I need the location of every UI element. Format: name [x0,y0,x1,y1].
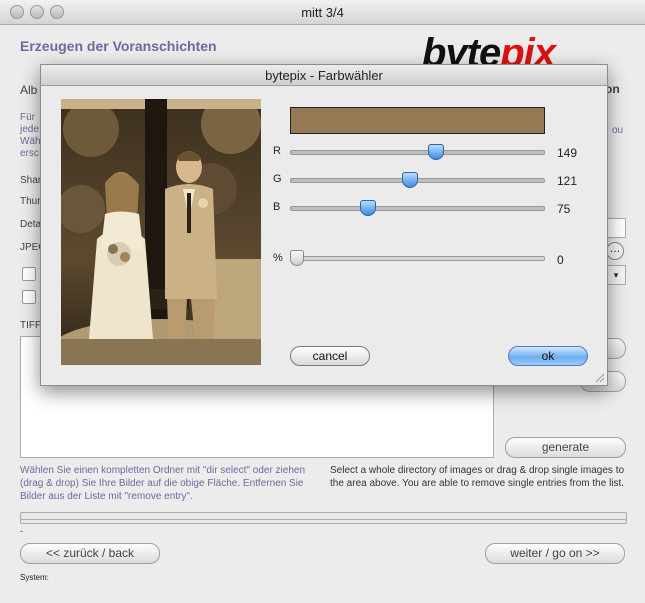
status-dash: - [20,526,23,536]
red-slider-thumb[interactable] [428,144,445,160]
tiff-label: TIFF [20,320,42,331]
back-button[interactable]: << zurück / back [20,543,160,564]
detail-label: Deta [20,219,42,230]
browse-ellipsis-button[interactable]: … [606,242,624,260]
wedding-photo-image [61,99,261,365]
color-preview-swatch [290,107,545,134]
red-slider-track [290,150,545,155]
red-slider-label: R [273,145,281,157]
help-text-english: Select a whole directory of images or dr… [330,465,625,489]
ok-button[interactable]: ok [508,346,588,366]
percent-value: 0 [557,253,564,267]
system-label: System: [20,573,49,582]
window-title: mitt 3/4 [301,5,344,20]
percent-slider-thumb[interactable] [290,250,304,266]
secondary-progress-bar [20,519,627,524]
blue-value: 75 [557,202,571,216]
album-heading-partial: Alb [20,83,38,97]
sepia-photo-preview [61,99,261,365]
percent-slider[interactable] [290,250,545,267]
intro-text-line: ersc [20,148,39,159]
dropdown-chevron-icon[interactable]: ▾ [606,265,626,285]
green-slider-thumb[interactable] [402,172,419,188]
intro-text-line: Wäh [20,136,41,147]
percent-slider-label: % [273,252,283,264]
option-checkbox[interactable] [22,267,36,281]
green-slider[interactable] [290,172,545,189]
green-slider-label: G [273,173,282,185]
intro-text-line: jede [20,124,39,135]
dialog-title: bytepix - Farbwähler [265,68,383,83]
intro-text-right-partial: ou [612,125,624,136]
blue-slider-thumb[interactable] [359,200,376,216]
green-value: 121 [557,174,578,188]
blue-slider[interactable] [290,200,545,217]
blue-slider-track [290,206,545,211]
cancel-button[interactable]: cancel [290,346,370,366]
option-checkbox[interactable] [22,290,36,304]
sharpen-label: Shar [20,175,42,186]
detail-field-partial[interactable] [606,218,626,238]
next-button[interactable]: weiter / go on >> [485,543,625,564]
red-slider[interactable] [290,144,545,161]
generate-button[interactable]: generate [505,437,626,458]
intro-text-line: Für [20,112,35,123]
blue-slider-label: B [273,201,281,213]
dialog-titlebar[interactable]: bytepix - Farbwähler [41,65,607,86]
red-value: 149 [557,146,578,160]
help-text-german: Wählen Sie einen kompletten Ordner mit "… [20,465,306,502]
window-titlebar: mitt 3/4 [0,0,645,25]
color-picker-dialog: bytepix - Farbwähler R 149 G 121 B 75 % … [40,64,608,386]
thumbnail-label: Thur [20,196,41,207]
page-title: Erzeugen der Voranschichten [20,38,217,54]
percent-slider-track [290,256,545,261]
resize-grip-icon[interactable] [593,371,605,383]
